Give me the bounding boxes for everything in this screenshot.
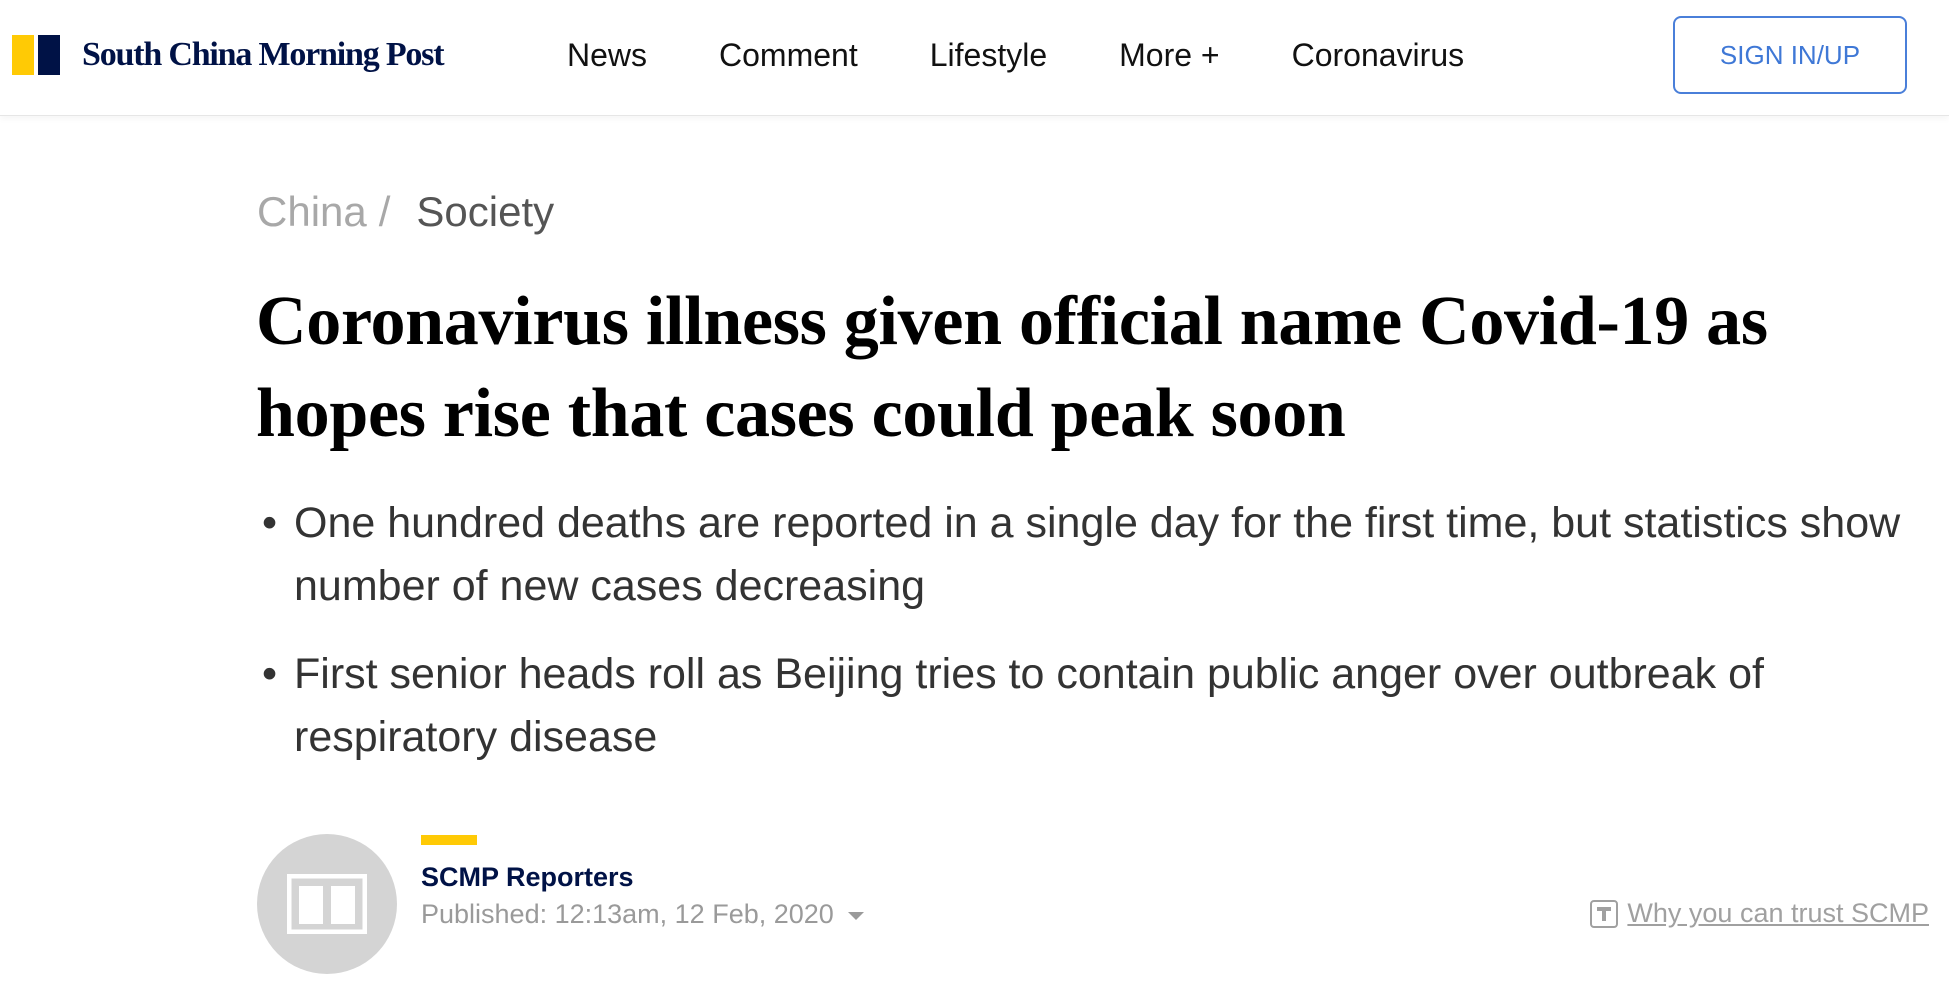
bullet-icon: • xyxy=(262,499,278,547)
summary-item: • First senior heads roll as Beijing tri… xyxy=(260,643,1940,769)
chevron-down-icon[interactable] xyxy=(847,911,864,920)
logo-mark-icon xyxy=(12,35,60,75)
article-summary: • One hundred deaths are reported in a s… xyxy=(260,492,1940,794)
published-date[interactable]: Published: 12:13am, 12 Feb, 2020 xyxy=(421,899,864,930)
author-accent-bar xyxy=(421,835,477,845)
placeholder-avatar-icon xyxy=(287,874,367,934)
logo-text: South China Morning Post xyxy=(82,36,445,73)
summary-item-text: First senior heads roll as Beijing tries… xyxy=(294,650,1764,761)
published-text: Published: 12:13am, 12 Feb, 2020 xyxy=(421,899,834,929)
trust-notice: Why you can trust SCMP xyxy=(1589,898,1929,929)
nav-item-news[interactable]: News xyxy=(567,37,647,74)
sign-in-button[interactable]: SIGN IN/UP xyxy=(1673,16,1907,94)
nav-item-more[interactable]: More + xyxy=(1119,37,1219,74)
site-logo[interactable]: South China Morning Post xyxy=(12,34,445,76)
summary-item: • One hundred deaths are reported in a s… xyxy=(260,492,1940,618)
trust-scmp-link[interactable]: Why you can trust SCMP xyxy=(1627,898,1929,929)
bullet-icon: • xyxy=(262,650,278,698)
breadcrumb: China / Society xyxy=(257,188,554,236)
breadcrumb-section-link[interactable]: China xyxy=(257,188,367,236)
article-headline: Coronavirus illness given official name … xyxy=(256,283,1768,452)
nav-item-comment[interactable]: Comment xyxy=(719,37,858,74)
author-avatar[interactable] xyxy=(257,834,397,974)
breadcrumb-subsection-link[interactable]: Society xyxy=(416,188,554,236)
nav-item-coronavirus[interactable]: Coronavirus xyxy=(1292,37,1465,74)
site-header: South China Morning Post News Comment Li… xyxy=(0,0,1949,116)
main-nav: News Comment Lifestyle More + Coronaviru… xyxy=(567,32,1536,78)
author-name-link[interactable]: SCMP Reporters xyxy=(421,862,634,893)
nav-item-lifestyle[interactable]: Lifestyle xyxy=(930,37,1047,74)
breadcrumb-separator: / xyxy=(378,188,391,235)
trust-t-icon xyxy=(1590,899,1619,928)
summary-item-text: One hundred deaths are reported in a sin… xyxy=(294,499,1901,610)
